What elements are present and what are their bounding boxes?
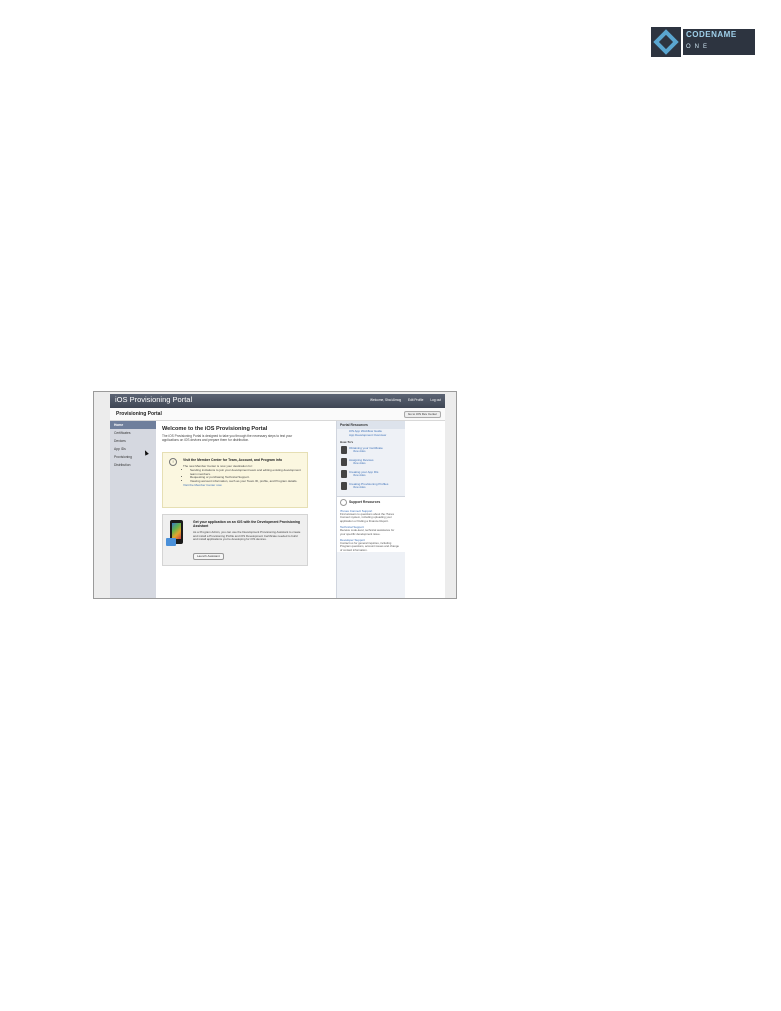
support-desc: Receive code-level, technical assistance… xyxy=(340,528,395,536)
resources-sidebar: Portal Resources iOS App Workflow Guide … xyxy=(336,421,405,598)
sidebar-nav: Home Certificates Devices App IDs Provis… xyxy=(110,421,156,598)
page-title: Welcome to the iOS Provisioning Portal xyxy=(162,426,268,432)
sidebar-item-app-ids[interactable]: App IDs xyxy=(110,445,156,453)
notice-title: Visit the Member Center for Team, Accoun… xyxy=(183,458,283,462)
video-thumb-icon xyxy=(341,446,347,454)
info-icon: ! xyxy=(169,458,177,466)
edit-profile-link[interactable]: Edit Profile xyxy=(408,398,423,402)
header-links: Welcome, Shai Almog Edit Profile Log out xyxy=(364,398,441,402)
support-desc: Contact us for general inquiries, includ… xyxy=(340,541,399,552)
welcome-user-text: Welcome, Shai Almog xyxy=(370,398,402,402)
video-thumb-icon xyxy=(341,482,347,490)
support-icon xyxy=(340,499,347,506)
launch-assistant-button[interactable]: Launch Assistant xyxy=(193,553,224,560)
welcome-text: The iOS Provisioning Portal is designed … xyxy=(162,434,293,442)
view-video-link[interactable]: View video xyxy=(353,486,366,489)
portal-page: Provisioning Portal Go to iOS Dev Center… xyxy=(110,408,445,598)
iphone-icon xyxy=(166,520,183,546)
portal-header: iOS Provisioning Portal Welcome, Shai Al… xyxy=(110,394,445,408)
portal-header-title: iOS Provisioning Portal xyxy=(115,395,193,404)
portal-resources-heading: Portal Resources xyxy=(337,421,405,429)
assistant-panel: Get your application on an iOS with the … xyxy=(162,514,308,566)
video-item[interactable]: Creating your App IDs View video xyxy=(337,469,405,481)
notice-body: The new Member Center is now your destin… xyxy=(183,464,303,488)
sidebar-item-certificates[interactable]: Certificates xyxy=(110,429,156,437)
view-video-link[interactable]: View video xyxy=(353,450,366,453)
sidebar-item-distribution[interactable]: Distribution xyxy=(110,461,156,469)
logout-link[interactable]: Log out xyxy=(430,398,441,402)
sidebar-item-devices[interactable]: Devices xyxy=(110,437,156,445)
video-thumb-icon xyxy=(341,470,347,478)
support-resources: Support Resources iTunes Connect Support… xyxy=(337,496,405,553)
view-video-link[interactable]: View video xyxy=(353,474,366,477)
sidebar-item-provisioning[interactable]: Provisioning xyxy=(110,453,156,461)
support-heading-text: Support Resources xyxy=(349,500,381,504)
breadcrumb-bar: Provisioning Portal Go to iOS Dev Center xyxy=(110,408,445,421)
member-center-notice: ! Visit the Member Center for Team, Acco… xyxy=(162,452,308,508)
logo-line1: CODENAME xyxy=(686,30,737,39)
video-item[interactable]: Creating Provisioning Profiles View vide… xyxy=(337,481,405,493)
go-to-dev-center-button[interactable]: Go to iOS Dev Center xyxy=(403,411,441,418)
video-item[interactable]: Assigning Devices View video xyxy=(337,457,405,469)
support-heading: Support Resources xyxy=(337,497,405,507)
video-thumb-icon xyxy=(341,458,347,466)
member-center-link[interactable]: Visit the Member Center now xyxy=(183,483,303,488)
breadcrumb-title: Provisioning Portal xyxy=(116,411,162,417)
logo-line2: ONE xyxy=(686,44,712,50)
sidebar-item-home[interactable]: Home xyxy=(110,421,156,429)
support-desc: Find answers to questions about the iTun… xyxy=(340,512,395,523)
assistant-text: As a Program Admin, you can use the Deve… xyxy=(193,530,301,542)
logo-mark-icon xyxy=(651,27,681,57)
assistant-title: Get your application on an iOS with the … xyxy=(193,520,301,528)
portal-screenshot: iOS Provisioning Portal Welcome, Shai Al… xyxy=(93,391,457,599)
main-content: Welcome to the iOS Provisioning Portal T… xyxy=(162,426,312,596)
codename-one-logo: CODENAME ONE xyxy=(651,27,755,57)
logo-wordmark: CODENAME ONE xyxy=(683,29,755,55)
howto-heading: How-To's xyxy=(340,440,354,444)
view-video-link[interactable]: View video xyxy=(353,462,366,465)
video-item[interactable]: Obtaining your Certificate View video xyxy=(337,445,405,457)
notice-list: Sending invitations to join your develop… xyxy=(183,468,303,484)
